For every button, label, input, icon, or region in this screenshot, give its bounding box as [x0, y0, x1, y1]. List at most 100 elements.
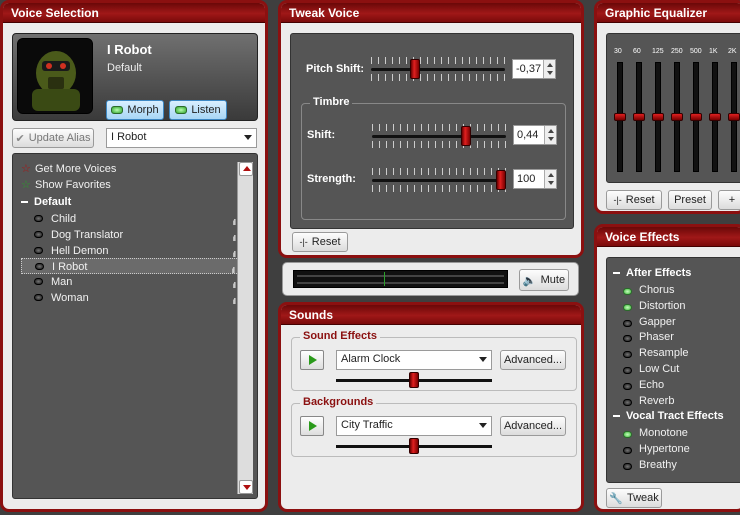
output-meter-panel: 🔈 Mute	[282, 262, 579, 296]
shift-slider[interactable]	[372, 121, 506, 151]
morph-led-icon	[111, 106, 124, 114]
pitch-shift-thumb[interactable]	[410, 59, 421, 79]
status-led-icon	[34, 294, 43, 301]
mute-button[interactable]: 🔈 Mute	[519, 269, 569, 291]
get-more-voices-link[interactable]: Get More Voices	[35, 163, 116, 175]
effect-item[interactable]: Hypertone	[639, 443, 690, 455]
effects-tweak-button[interactable]: 🔧 Tweak	[606, 488, 662, 508]
strength-input[interactable]: 100	[513, 169, 557, 189]
favorites-star-icon: ☆	[21, 179, 31, 191]
listen-button[interactable]: Listen	[169, 100, 227, 120]
shift-spinner[interactable]	[544, 126, 556, 144]
eq-band-thumb[interactable]	[728, 113, 740, 121]
effect-item[interactable]: Monotone	[639, 427, 688, 439]
effect-status-led-icon	[623, 446, 632, 454]
play-effect-button[interactable]	[300, 350, 324, 370]
update-alias-button[interactable]: ✔ Update Alias	[12, 128, 94, 148]
scroll-up-button[interactable]	[239, 162, 253, 176]
voice-list-item[interactable]: Dog Translator ıll	[21, 227, 241, 243]
voice-list-item[interactable]: Woman ıll	[21, 290, 241, 306]
timbre-title: Timbre	[310, 96, 353, 108]
alias-select[interactable]: I Robot	[106, 128, 257, 148]
tweak-voice-area: Pitch Shift: -0,37 Timbre Shift: 0,44 St…	[290, 33, 574, 229]
effect-item[interactable]: Low Cut	[639, 363, 679, 375]
voice-list-item[interactable]: Hell Demon ıll	[21, 243, 241, 259]
eq-band-slider[interactable]	[728, 62, 740, 172]
eq-band-thumb[interactable]	[690, 113, 702, 121]
voice-selection-panel: Voice Selection I Robot Default Morph Li…	[0, 0, 268, 512]
effect-status-led-icon	[623, 335, 632, 343]
eq-band-label: 500	[690, 48, 702, 55]
morph-button[interactable]: Morph	[106, 100, 164, 120]
effect-status-led-icon	[623, 398, 632, 406]
voice-list-item[interactable]: I Robot ıll	[21, 258, 241, 275]
eq-reset-button[interactable]: -|- Reset	[606, 190, 662, 210]
effect-item[interactable]: Echo	[639, 379, 664, 391]
play-background-button[interactable]	[300, 416, 324, 436]
pitch-shift-slider[interactable]	[371, 54, 505, 84]
effect-item[interactable]: Chorus	[639, 284, 674, 296]
pitch-spinner[interactable]	[543, 60, 555, 78]
voice-subtitle: Default	[107, 62, 142, 74]
eq-band-slider[interactable]	[633, 62, 645, 172]
eq-add-button[interactable]: +	[718, 190, 740, 210]
eq-band-thumb[interactable]	[614, 113, 626, 121]
star-icon: ☆	[21, 163, 31, 175]
effect-item[interactable]: Distortion	[639, 300, 685, 312]
checkmark-icon: ✔	[15, 132, 25, 145]
eq-band-thumb[interactable]	[652, 113, 664, 121]
scroll-down-button[interactable]	[239, 480, 253, 494]
eq-band-label: 30	[614, 48, 622, 55]
eq-band-slider[interactable]	[671, 62, 683, 172]
signal-bars-icon: ıll	[232, 297, 236, 306]
voice-list-item[interactable]: Child ıll	[21, 211, 241, 227]
shift-input[interactable]: 0,44	[513, 125, 557, 145]
voice-list-item[interactable]: Man ıll	[21, 274, 241, 290]
background-select[interactable]: City Traffic	[336, 416, 492, 436]
show-favorites-link[interactable]: Show Favorites	[35, 179, 111, 191]
voice-item-label: Child	[51, 213, 77, 225]
eq-band-label: 125	[652, 48, 664, 55]
sounds-panel: Sounds Sound Effects Alarm Clock Advance…	[278, 302, 584, 512]
shift-thumb[interactable]	[461, 126, 472, 146]
eq-band-slider[interactable]	[690, 62, 702, 172]
collapse-icon	[21, 201, 28, 204]
eq-band-thumb[interactable]	[671, 113, 683, 121]
effect-item[interactable]: Gapper	[639, 316, 676, 328]
eq-preset-button[interactable]: Preset	[668, 190, 712, 210]
eq-band-label: 60	[633, 48, 641, 55]
sound-effects-group: Sound Effects Alarm Clock Advanced...	[291, 330, 577, 391]
effect-item[interactable]: Reverb	[639, 395, 674, 407]
background-advanced-button[interactable]: Advanced...	[500, 416, 566, 436]
strength-thumb[interactable]	[496, 170, 506, 190]
strength-slider[interactable]	[372, 165, 506, 195]
status-led-icon	[34, 215, 43, 222]
voice-list-scrollbar[interactable]	[237, 162, 253, 494]
tweak-reset-button[interactable]: -|- Reset	[292, 232, 348, 252]
after-effects-header[interactable]: After Effects	[613, 267, 691, 279]
arrow-up-icon	[243, 166, 251, 171]
chevron-down-icon	[244, 135, 252, 140]
equalizer-title: Graphic Equalizer	[597, 3, 740, 23]
group-header-default[interactable]: Default	[21, 196, 71, 208]
pitch-shift-input[interactable]: -0,37	[512, 59, 556, 79]
eq-band-thumb[interactable]	[633, 113, 645, 121]
effect-item[interactable]: Phaser	[639, 331, 674, 343]
tweak-voice-panel: Tweak Voice Pitch Shift: -0,37 Timbre Sh…	[278, 0, 584, 258]
background-volume-thumb[interactable]	[409, 438, 419, 454]
eq-band-slider[interactable]	[614, 62, 626, 172]
effect-volume-thumb[interactable]	[409, 372, 419, 388]
vocal-tract-header[interactable]: Vocal Tract Effects	[613, 410, 724, 422]
effect-status-led-icon	[623, 431, 632, 438]
eq-band-slider[interactable]	[709, 62, 721, 172]
effect-item[interactable]: Resample	[639, 347, 689, 359]
arrow-down-icon	[243, 485, 251, 490]
strength-spinner[interactable]	[544, 170, 556, 188]
background-volume-slider[interactable]	[336, 438, 492, 454]
eq-band-slider[interactable]	[652, 62, 664, 172]
sound-effect-select[interactable]: Alarm Clock	[336, 350, 492, 370]
eq-band-thumb[interactable]	[709, 113, 721, 121]
effect-item[interactable]: Breathy	[639, 459, 677, 471]
effect-volume-slider[interactable]	[336, 372, 492, 388]
effect-advanced-button[interactable]: Advanced...	[500, 350, 566, 370]
